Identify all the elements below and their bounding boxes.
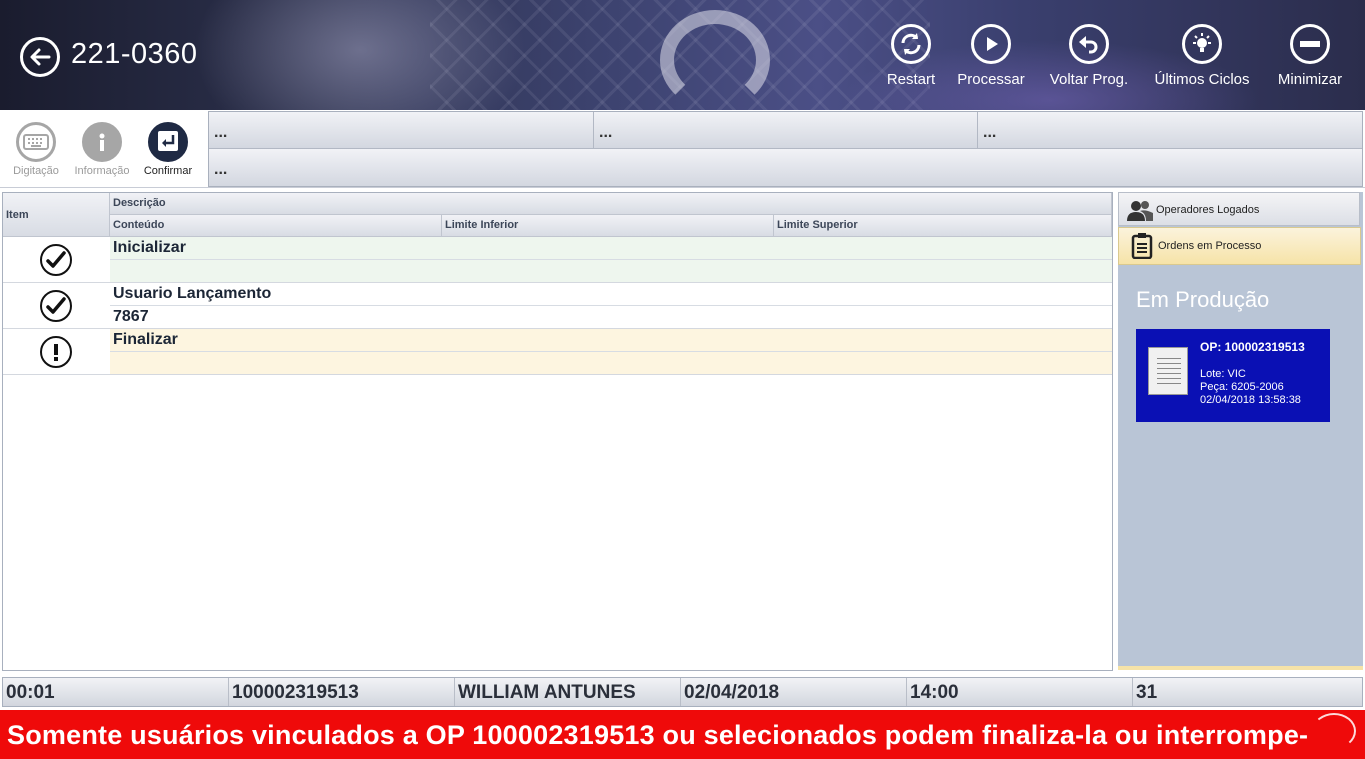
row-description: Finalizar [110, 329, 1112, 352]
status-count: 31 [1136, 682, 1158, 703]
page-title: 221-0360 [71, 38, 198, 70]
enter-icon [148, 122, 188, 162]
header-item: Item [3, 193, 110, 237]
row-content: Usuario Lançamento 7867 [110, 283, 1112, 328]
header-banner: 221-0360 Restart Processar Voltar Prog. … [0, 0, 1365, 110]
right-panel: Operadores Logados Ordens em Processo Em… [1118, 192, 1363, 670]
minimizar-label: Minimizar [1277, 71, 1343, 88]
row-value: 7867 [113, 308, 149, 325]
row-content: Inicializar [110, 237, 1112, 282]
tab-ordens-em-processo[interactable]: Ordens em Processo [1118, 227, 1361, 265]
status-op: 100002319513 [229, 678, 455, 706]
status-time: 14:00 [907, 678, 1133, 706]
tab-operadores-logados[interactable]: Operadores Logados [1118, 192, 1360, 226]
confirmar-button[interactable]: Confirmar [133, 122, 203, 177]
row-description: Inicializar [110, 237, 1112, 260]
header-conteudo: Conteúdo [110, 215, 442, 237]
row-status-cell [3, 283, 110, 328]
op-datetime: 02/04/2018 13:58:38 [1200, 394, 1301, 406]
info-cell: ... [209, 149, 1362, 186]
users-icon [1127, 201, 1153, 221]
refresh-icon [891, 24, 931, 64]
row-value [110, 352, 1112, 374]
ultimos-ciclos-label: Últimos Ciclos [1154, 71, 1250, 88]
info-grid: ... ... ... ... [208, 111, 1363, 187]
op-card[interactable]: OP: 100002319513 Lote: VIC Peça: 6205-20… [1136, 329, 1330, 422]
ultimos-ciclos-button[interactable]: Últimos Ciclos [1152, 24, 1252, 88]
header-descricao: Descrição [110, 193, 1112, 215]
document-icon [1148, 347, 1188, 395]
op-peca: Peça: 6205-2006 [1200, 381, 1284, 393]
digitacao-label: Digitação [13, 165, 59, 177]
table-row[interactable]: Inicializar [3, 237, 1112, 283]
confirmar-label: Confirmar [143, 165, 193, 177]
lightbulb-icon [1182, 24, 1222, 64]
check-circle-icon [40, 290, 72, 322]
back-button[interactable] [20, 37, 60, 77]
voltar-prog-button[interactable]: Voltar Prog. [1039, 24, 1139, 88]
info-icon [82, 122, 122, 162]
header-limite-inferior: Limite Inferior [442, 215, 774, 237]
row-status-cell [3, 237, 110, 282]
undo-icon [1069, 24, 1109, 64]
tab-operadores-label: Operadores Logados [1156, 204, 1260, 216]
status-date: 02/04/2018 [681, 678, 907, 706]
panel-bottom-accent [1118, 666, 1363, 670]
table-row[interactable]: Finalizar [3, 329, 1112, 375]
info-cell: ... [594, 112, 978, 149]
table-row[interactable]: Usuario Lançamento 7867 [3, 283, 1112, 329]
check-circle-icon [40, 244, 72, 276]
row-description: Usuario Lançamento [110, 283, 1112, 306]
message-text: Somente usuários vinculados a OP 1000023… [7, 720, 1309, 750]
status-elapsed: 00:01 [3, 678, 229, 706]
op-lote: Lote: VIC [1200, 368, 1246, 380]
row-status-cell [3, 329, 110, 374]
section-title: Em Produção [1136, 287, 1270, 312]
row-content: Finalizar [110, 329, 1112, 374]
digitacao-button[interactable]: Digitação [1, 122, 71, 177]
minus-icon [1290, 24, 1330, 64]
banner-decoration [660, 10, 770, 110]
message-bar: Somente usuários vinculados a OP 1000023… [0, 710, 1365, 759]
tab-ordens-label: Ordens em Processo [1158, 240, 1262, 252]
exclamation-circle-icon [40, 336, 72, 368]
header-limite-superior: Limite Superior [774, 215, 1112, 237]
toolbar: Digitação Informação Confirmar ... ... .… [0, 110, 1365, 188]
play-icon [971, 24, 1011, 64]
status-bar: 00:01 100002319513 WILLIAM ANTUNES 02/04… [2, 677, 1363, 707]
row-value [110, 260, 1112, 282]
processar-label: Processar [957, 71, 1025, 88]
voltar-prog-label: Voltar Prog. [1049, 71, 1129, 88]
keyboard-icon [16, 122, 56, 162]
clipboard-icon [1131, 233, 1153, 259]
status-user: WILLIAM ANTUNES [455, 678, 681, 706]
info-cell: ... [978, 112, 1362, 149]
op-number: OP: 100002319513 [1200, 340, 1305, 354]
arrow-left-icon [30, 48, 51, 66]
processar-button[interactable]: Processar [941, 24, 1041, 88]
info-cell: ... [209, 112, 594, 149]
checklist-table: Item Descrição Conteúdo Limite Inferior … [2, 192, 1113, 671]
informacao-button[interactable]: Informação [67, 122, 137, 177]
minimizar-button[interactable]: Minimizar [1260, 24, 1360, 88]
informacao-label: Informação [74, 165, 130, 177]
logo-watermark [1312, 713, 1356, 749]
